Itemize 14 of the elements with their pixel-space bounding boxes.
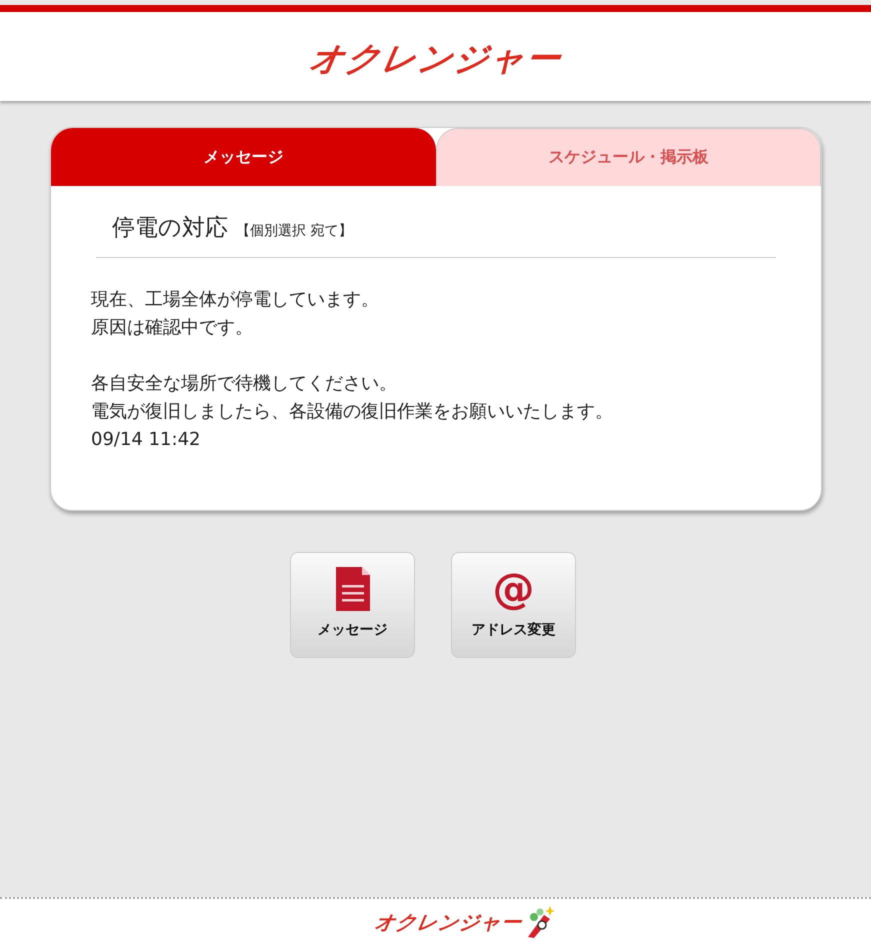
at-sign-icon: @ [492,567,534,611]
message-line: 現在、工場全体が停電しています。 [91,288,380,312]
message-line: 各自安全な場所で待機してください。 [91,372,398,396]
logo: オクレンジャー [306,38,566,80]
tab[interactable]: メッセージ [51,128,436,186]
document-icon [336,567,370,611]
nav-button[interactable]: @ アドレス変更 [451,552,576,658]
message-line: 電気が復旧しましたら、各設備の復旧作業をお願いいたします。 [91,400,614,424]
message-line: 09/14 11:42 [91,428,202,452]
nav-button[interactable]: メッセージ [290,552,415,658]
recipient-label: 【個別選択 宛て】 [236,222,352,240]
message-line: 原因は確認中です。 [91,316,254,340]
footer-logo: オクレンジャー [372,908,524,936]
message-title: 停電の対応 [112,214,228,243]
